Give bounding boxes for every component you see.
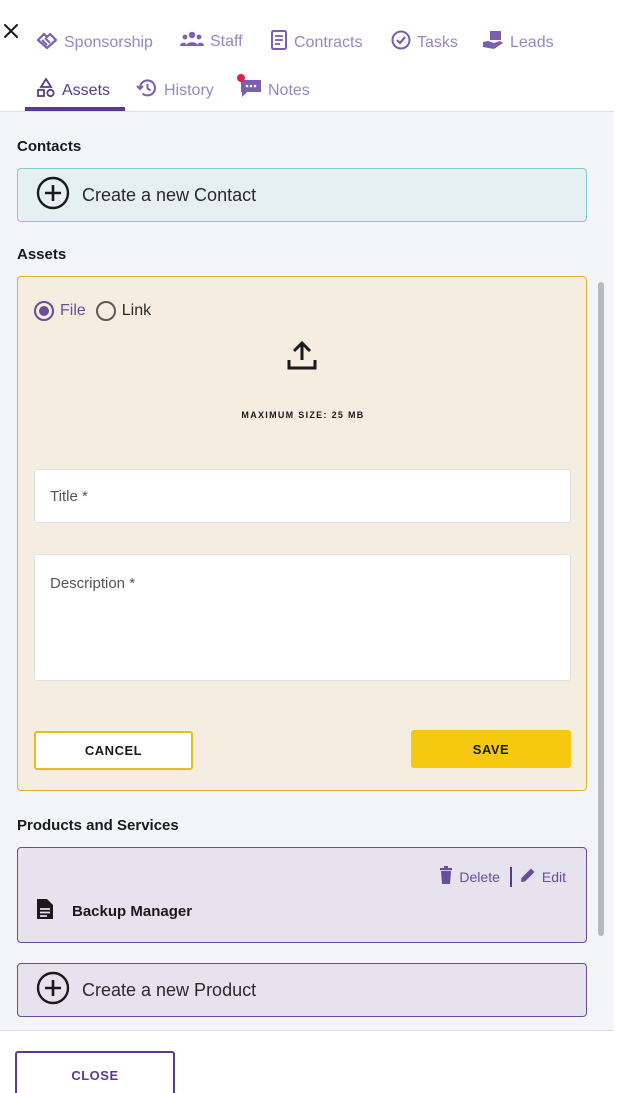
- contacts-heading: Contacts: [17, 138, 82, 155]
- tab-bar: Sponsorship Staff Contracts Tasks Leads: [0, 0, 614, 112]
- link-radio[interactable]: [95, 301, 116, 321]
- tab-label: Staff: [210, 32, 243, 50]
- product-actions: Delete Edit: [439, 866, 566, 887]
- notification-dot: [237, 74, 245, 82]
- plus-circle-icon: [36, 176, 70, 215]
- trash-icon: [439, 866, 453, 887]
- document-icon: [36, 898, 54, 924]
- delete-label: Delete: [459, 868, 500, 885]
- active-tab-indicator: [25, 107, 125, 111]
- tab-notes[interactable]: Notes: [237, 74, 310, 103]
- close-button[interactable]: CLOSE: [15, 1051, 175, 1093]
- action-divider: [509, 866, 512, 887]
- tab-label: History: [164, 81, 214, 99]
- tab-label: Notes: [268, 81, 310, 99]
- tab-label: Contracts: [294, 33, 363, 51]
- hand-box-icon: [482, 30, 504, 55]
- tab-history[interactable]: History: [136, 78, 214, 103]
- asset-type-selector: File Link: [34, 301, 151, 321]
- people-icon: [180, 30, 204, 53]
- delete-button[interactable]: Delete: [439, 866, 500, 887]
- products-heading: Products and Services: [17, 817, 179, 834]
- file-radio-label: File: [60, 302, 86, 319]
- tab-contracts[interactable]: Contracts: [270, 30, 362, 55]
- asset-form: File Link MAXIMUM SIZE: 25 MB Title * De…: [17, 276, 587, 791]
- save-button[interactable]: SAVE: [411, 730, 571, 768]
- handshake-icon: [36, 30, 58, 55]
- product-name: Backup Manager: [72, 902, 193, 920]
- create-contact-label: Create a new Contact: [82, 184, 257, 205]
- scrollbar[interactable]: [598, 282, 604, 936]
- tab-assets[interactable]: Assets: [36, 77, 111, 103]
- upload-icon[interactable]: [286, 339, 318, 376]
- title-field[interactable]: Title *: [34, 469, 571, 523]
- product-item[interactable]: Backup Manager: [36, 898, 192, 924]
- tab-label: Leads: [510, 33, 554, 51]
- tab-label: Assets: [62, 81, 111, 99]
- history-icon: [136, 78, 158, 103]
- assets-heading: Assets: [17, 246, 67, 263]
- max-size-text: MAXIMUM SIZE: 25 MB: [241, 410, 365, 420]
- edit-button[interactable]: Edit: [520, 867, 566, 886]
- plus-circle-icon: [36, 971, 70, 1010]
- description-field[interactable]: Description *: [34, 554, 571, 681]
- create-contact-button[interactable]: Create a new Contact: [17, 168, 587, 222]
- contract-icon: [270, 30, 288, 55]
- tab-leads[interactable]: Leads: [482, 30, 554, 55]
- title-placeholder: Title *: [50, 487, 88, 505]
- description-placeholder: Description *: [50, 575, 136, 592]
- link-radio-label: Link: [121, 302, 152, 319]
- chat-icon: [237, 74, 262, 103]
- edit-label: Edit: [541, 868, 566, 885]
- tab-label: Tasks: [417, 33, 458, 51]
- create-product-label: Create a new Product: [82, 979, 257, 1000]
- list-item: Delete Edit Backup Manager: [17, 847, 587, 943]
- file-radio[interactable]: [34, 301, 54, 321]
- content-area: Contacts Create a new Contact Assets Fil…: [0, 112, 614, 1030]
- close-icon[interactable]: [2, 20, 20, 42]
- tab-tasks[interactable]: Tasks: [391, 30, 458, 55]
- tab-label: Sponsorship: [64, 33, 153, 51]
- tab-staff[interactable]: Staff: [180, 30, 243, 53]
- check-circle-icon: [391, 30, 411, 55]
- pencil-icon: [520, 867, 536, 886]
- side-panel: Sponsorship Staff Contracts Tasks Leads: [0, 0, 614, 1093]
- tab-sponsorship[interactable]: Sponsorship: [36, 30, 153, 55]
- create-product-button[interactable]: Create a new Product: [17, 963, 587, 1017]
- cancel-button[interactable]: CANCEL: [34, 731, 193, 770]
- panel-footer: CLOSE: [0, 1030, 614, 1093]
- shapes-icon: [36, 77, 56, 103]
